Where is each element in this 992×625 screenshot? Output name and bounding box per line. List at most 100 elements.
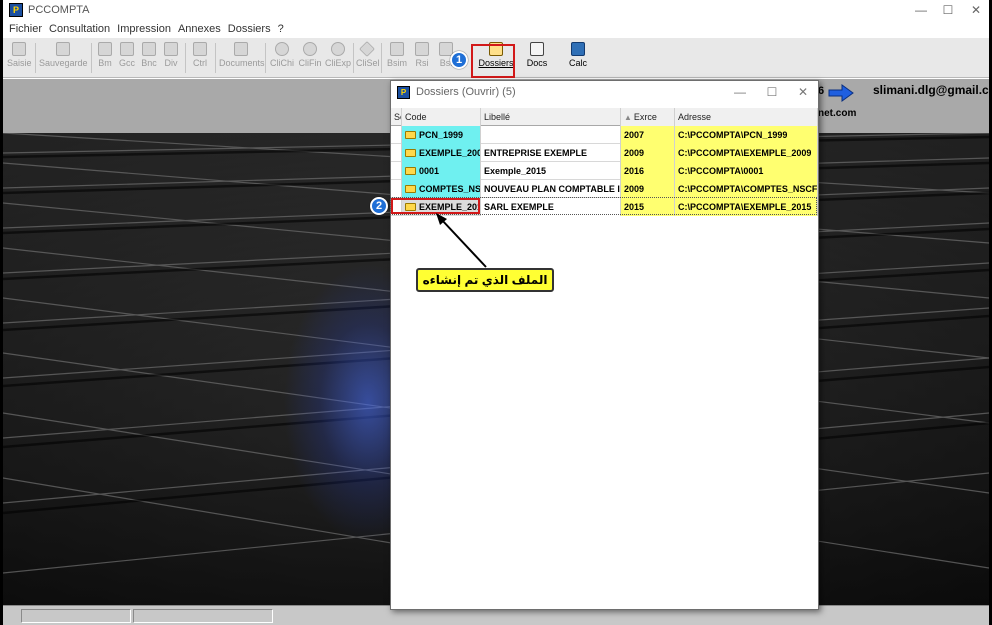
- toolbar-label: Rsi: [415, 58, 429, 68]
- row-select-cell[interactable]: [391, 144, 402, 162]
- toolbar-label: Sauvegarde: [39, 58, 88, 68]
- cell-exrce: 2007: [621, 126, 675, 144]
- toolbar-label: Saisie: [7, 58, 32, 68]
- calculator-icon: [571, 42, 585, 56]
- toolbar-clisel-button[interactable]: CliSel: [356, 41, 380, 68]
- column-header-label: Exrce: [633, 112, 657, 122]
- toolbar-calc-button[interactable]: Calc: [563, 42, 593, 68]
- cell-adresse: C:\PCCOMPTA\PCN_1999: [675, 126, 818, 144]
- toolbar-cliexp-button[interactable]: CliExp: [325, 42, 351, 68]
- circle-icon: [275, 42, 289, 56]
- menu-consultation[interactable]: Consultation: [49, 23, 110, 35]
- folder-icon: [405, 167, 416, 175]
- page-icon: [98, 42, 112, 56]
- toolbar-label: CliSel: [356, 58, 380, 68]
- menu-help[interactable]: ?: [278, 23, 284, 35]
- toolbar-sauvegarde-button[interactable]: Sauvegarde: [39, 42, 88, 68]
- toolbar-separator: [265, 43, 266, 73]
- pccompta-logo-icon: P: [9, 3, 23, 17]
- cell-code: 0001: [402, 162, 481, 180]
- table-row[interactable]: COMPTES_NSCF NOUVEAU PLAN COMPTABLE IFRS…: [391, 180, 818, 198]
- page-icon: [164, 42, 178, 56]
- column-header-adresse[interactable]: Adresse: [675, 108, 818, 126]
- tool-icon: [415, 42, 429, 56]
- maximize-button[interactable]: ☐: [933, 2, 963, 18]
- folder-icon: [405, 131, 416, 139]
- toolbar-label: Bnc: [141, 58, 157, 68]
- row-select-cell[interactable]: [391, 126, 402, 144]
- toolbar-docs-button[interactable]: Docs: [522, 42, 552, 68]
- dialog-title: Dossiers (Ouvrir) (5): [416, 86, 516, 98]
- menu-annexes[interactable]: Annexes: [178, 23, 221, 35]
- menu-bar: Fichier Consultation Impression Annexes …: [3, 20, 989, 38]
- toolbar-separator: [381, 43, 382, 73]
- diamond-icon: [359, 41, 375, 57]
- folder-icon: [405, 149, 416, 157]
- toolbar-clifin-button[interactable]: CliFin: [297, 42, 323, 68]
- toolbar-bm-button[interactable]: Bm: [95, 42, 115, 68]
- dossiers-button-highlight: [471, 44, 515, 78]
- cell-exrce: 2009: [621, 180, 675, 198]
- status-panel: [21, 609, 131, 623]
- dialog-close-button[interactable]: ✕: [790, 84, 816, 100]
- cell-adresse: C:\PCCOMPTA\0001: [675, 162, 818, 180]
- menu-fichier[interactable]: Fichier: [9, 23, 42, 35]
- toolbar-documents-button[interactable]: Documents: [219, 42, 265, 68]
- cell-libelle: [481, 126, 621, 144]
- toolbar-label: Documents: [219, 58, 265, 68]
- toolbar-bsim-button[interactable]: Bsim: [385, 42, 409, 68]
- cell-code: EXEMPLE_2009: [402, 144, 481, 162]
- toolbar-label: Div: [164, 58, 178, 68]
- close-button[interactable]: ✕: [961, 2, 991, 18]
- menu-dossiers[interactable]: Dossiers: [228, 23, 271, 35]
- app-title: PCCOMPTA: [28, 4, 90, 16]
- cell-adresse: C:\PCCOMPTA\COMPTES_NSCF: [675, 180, 818, 198]
- table-header: Se Code Libellé ▲Exrce Adresse: [391, 108, 818, 126]
- table-row[interactable]: 0001 Exemple_2015 2016 C:\PCCOMPTA\0001: [391, 162, 818, 180]
- dialog-minimize-button[interactable]: —: [727, 84, 753, 100]
- column-header-exrce[interactable]: ▲ Exrce: [621, 108, 675, 126]
- partial-domain: net.com: [818, 108, 857, 119]
- toolbar-label: Ctrl: [193, 58, 207, 68]
- toolbar-separator: [35, 43, 36, 73]
- cell-libelle: NOUVEAU PLAN COMPTABLE IFRS: [481, 180, 621, 198]
- toolbar-bnc-button[interactable]: Bnc: [139, 42, 159, 68]
- step-1-badge: 1: [450, 51, 468, 69]
- menu-impression[interactable]: Impression: [117, 23, 171, 35]
- toolbar-ctrl-button[interactable]: Ctrl: [189, 42, 211, 68]
- table-row[interactable]: PCN_1999 2007 C:\PCCOMPTA\PCN_1999: [391, 126, 818, 144]
- folder-icon: [405, 185, 416, 193]
- save-icon: [56, 42, 70, 56]
- column-header-code[interactable]: Code: [402, 108, 481, 126]
- row-select-cell[interactable]: [391, 162, 402, 180]
- toolbar-clichi-button[interactable]: CliChi: [269, 42, 295, 68]
- cell-code: COMPTES_NSCF: [402, 180, 481, 198]
- toolbar-label: Gcc: [118, 58, 135, 68]
- selected-row-highlight: [391, 198, 480, 214]
- step-2-badge: 2: [370, 197, 388, 215]
- column-header-libelle[interactable]: Libellé: [481, 108, 621, 126]
- column-header-sel[interactable]: Se: [391, 108, 402, 126]
- arrow-right-icon: [828, 84, 854, 102]
- minimize-button[interactable]: —: [906, 2, 936, 18]
- toolbar-label: CliFin: [298, 58, 322, 68]
- cell-code-text: PCN_1999: [419, 130, 464, 140]
- table-row[interactable]: EXEMPLE_2009 ENTREPRISE EXEMPLE 2009 C:\…: [391, 144, 818, 162]
- toolbar-label: Calc: [568, 58, 587, 68]
- cell-adresse: C:\PCCOMPTA\EXEMPLE_2009: [675, 144, 818, 162]
- tool-icon: [390, 42, 404, 56]
- row-select-cell[interactable]: [391, 180, 402, 198]
- contact-email: slimani.dlg@gmail.com: [873, 83, 992, 97]
- toolbar-div-button[interactable]: Div: [161, 42, 181, 68]
- status-panel: [133, 609, 273, 623]
- toolbar-rsi-button[interactable]: Rsi: [411, 42, 433, 68]
- document-icon: [234, 42, 248, 56]
- dialog-maximize-button[interactable]: ☐: [759, 84, 785, 100]
- cell-libelle: ENTREPRISE EXEMPLE: [481, 144, 621, 162]
- page-icon: [120, 42, 134, 56]
- circle-icon: [331, 42, 345, 56]
- cell-code-text: COMPTES_NSCF: [419, 184, 481, 194]
- toolbar-gcc-button[interactable]: Gcc: [117, 42, 137, 68]
- sort-up-icon: ▲: [624, 113, 632, 122]
- toolbar-saisie-button[interactable]: Saisie: [7, 42, 32, 68]
